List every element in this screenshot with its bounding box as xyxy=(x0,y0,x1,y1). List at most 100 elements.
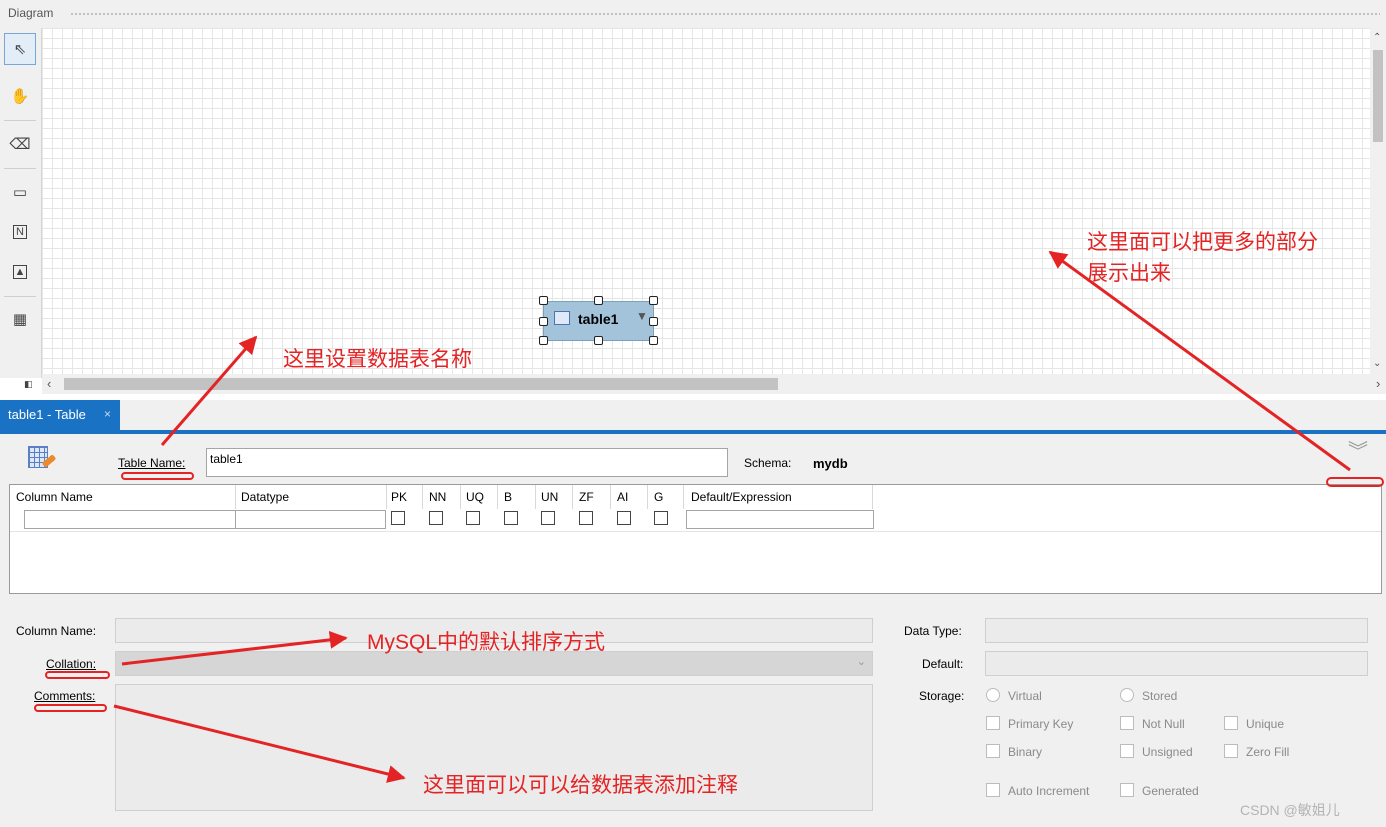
header-grip xyxy=(70,12,1380,16)
resize-handle[interactable] xyxy=(649,317,658,326)
unsigned-checkbox[interactable] xyxy=(1120,744,1134,758)
note-tool-button[interactable]: N xyxy=(4,216,36,248)
column-header[interactable]: PK xyxy=(391,490,407,504)
resize-handle[interactable] xyxy=(649,296,658,305)
column-header[interactable]: AI xyxy=(617,490,628,504)
stored-label: Stored xyxy=(1142,689,1178,703)
diagram-header: Diagram xyxy=(0,0,1386,28)
column-header[interactable]: NN xyxy=(429,490,446,504)
table-row[interactable] xyxy=(10,509,1381,532)
unique-checkbox[interactable] xyxy=(1224,716,1238,730)
resize-handle[interactable] xyxy=(539,296,548,305)
virtual-label: Virtual xyxy=(1008,689,1042,703)
resize-handle[interactable] xyxy=(539,317,548,326)
uq-checkbox[interactable] xyxy=(466,511,480,525)
column-name-label: Column Name: xyxy=(16,624,97,638)
resize-handle[interactable] xyxy=(594,336,603,345)
toolbar-divider xyxy=(4,168,36,169)
scroll-left-icon[interactable]: ‹ xyxy=(47,376,51,391)
table-name-label: Table Name: xyxy=(118,456,186,470)
datatype-cell[interactable] xyxy=(235,510,386,529)
column-header[interactable]: UQ xyxy=(466,490,484,504)
resize-handle[interactable] xyxy=(649,336,658,345)
default-label: Default: xyxy=(922,657,964,671)
column-name-cell[interactable] xyxy=(24,510,236,529)
schema-value: mydb xyxy=(813,456,848,471)
ai-checkbox[interactable] xyxy=(617,511,631,525)
table-figure[interactable]: table1 ▼ xyxy=(543,301,654,341)
editor-tab-bar: table1 - Table × xyxy=(0,400,1386,434)
column-header[interactable]: B xyxy=(504,490,512,504)
scroll-down-icon[interactable]: ⌄ xyxy=(1373,358,1381,369)
primary-key-checkbox[interactable] xyxy=(986,716,1000,730)
column-header[interactable]: Column Name xyxy=(16,490,93,504)
data-type-label: Data Type: xyxy=(904,624,962,638)
image-tool-button[interactable]: ▲ xyxy=(4,256,36,288)
diagram-toolbar: ⇖ ✋ ⌫ ▭ N ▲ ▦ xyxy=(0,28,42,378)
tab-table1[interactable]: table1 - Table × xyxy=(0,400,120,430)
caret-down-icon[interactable]: ▼ xyxy=(636,309,648,323)
close-icon[interactable]: × xyxy=(104,407,111,421)
panel-toggle-icon[interactable]: ◧ xyxy=(24,379,38,391)
scroll-right-icon[interactable]: › xyxy=(1376,376,1380,391)
auto-increment-label: Auto Increment xyxy=(1008,784,1090,798)
table-editor-icon xyxy=(28,446,57,470)
select-tool-button[interactable]: ⇖ xyxy=(4,33,36,65)
column-header[interactable]: ZF xyxy=(579,490,594,504)
layer-icon: ▭ xyxy=(12,184,28,201)
default-field[interactable] xyxy=(985,651,1368,676)
schema-label: Schema: xyxy=(744,456,792,470)
expand-chevron-icon[interactable]: ︾ xyxy=(1348,442,1368,462)
data-type-field[interactable] xyxy=(985,618,1368,643)
column-header[interactable]: G xyxy=(654,490,663,504)
un-checkbox[interactable] xyxy=(541,511,555,525)
table-tool-button[interactable]: ▦ xyxy=(4,303,36,335)
hand-tool-button[interactable]: ✋ xyxy=(4,80,36,112)
generated-checkbox[interactable] xyxy=(1120,783,1134,797)
horizontal-scrollbar[interactable]: ‹ › xyxy=(42,374,1386,394)
column-divider xyxy=(647,485,648,509)
resize-handle[interactable] xyxy=(539,336,548,345)
auto-increment-checkbox[interactable] xyxy=(986,783,1000,797)
annotation-underline xyxy=(34,704,107,712)
column-header[interactable]: UN xyxy=(541,490,558,504)
column-header[interactable]: Datatype xyxy=(241,490,289,504)
column-divider xyxy=(497,485,498,509)
column-header[interactable]: Default/Expression xyxy=(691,490,792,504)
pk-checkbox[interactable] xyxy=(391,511,405,525)
zero-fill-checkbox[interactable] xyxy=(1224,744,1238,758)
primary-key-label: Primary Key xyxy=(1008,717,1074,731)
layer-tool-button[interactable]: ▭ xyxy=(4,176,36,208)
vertical-scrollbar[interactable]: ⌃ ⌄ xyxy=(1370,28,1386,374)
table-figure-label: table1 xyxy=(578,311,619,327)
columns-grid[interactable]: Column Name Datatype PK NN UQ B UN ZF AI… xyxy=(9,484,1382,594)
g-checkbox[interactable] xyxy=(654,511,668,525)
diagram-canvas[interactable] xyxy=(42,28,1370,374)
watermark: CSDN @敏姐儿 xyxy=(1240,802,1340,818)
annotation-underline xyxy=(1326,477,1384,487)
column-divider xyxy=(683,485,684,509)
virtual-radio[interactable] xyxy=(986,688,1000,702)
annotation-comments: 这里面可以可以给数据表添加注释 xyxy=(423,774,738,797)
default-expression-cell[interactable] xyxy=(686,510,874,529)
eraser-tool-button[interactable]: ⌫ xyxy=(4,128,36,160)
table-name-input[interactable]: table1 xyxy=(206,448,728,477)
unique-label: Unique xyxy=(1246,717,1285,731)
binary-label: Binary xyxy=(1008,745,1043,759)
zf-checkbox[interactable] xyxy=(579,511,593,525)
generated-label: Generated xyxy=(1142,784,1199,798)
scroll-thumb[interactable] xyxy=(1373,50,1383,142)
b-checkbox[interactable] xyxy=(504,511,518,525)
eraser-icon: ⌫ xyxy=(9,136,31,153)
column-divider xyxy=(872,485,873,509)
not-null-checkbox[interactable] xyxy=(1120,716,1134,730)
scroll-up-icon[interactable]: ⌃ xyxy=(1373,32,1381,43)
scroll-thumb[interactable] xyxy=(64,378,778,390)
nn-checkbox[interactable] xyxy=(429,511,443,525)
table-editor: Table Name: table1 Schema: mydb ︾ Column… xyxy=(0,434,1386,827)
annotation-expand-more-line2: 展示出来 xyxy=(1087,262,1171,285)
not-null-label: Not Null xyxy=(1142,717,1185,731)
binary-checkbox[interactable] xyxy=(986,744,1000,758)
resize-handle[interactable] xyxy=(594,296,603,305)
stored-radio[interactable] xyxy=(1120,688,1134,702)
